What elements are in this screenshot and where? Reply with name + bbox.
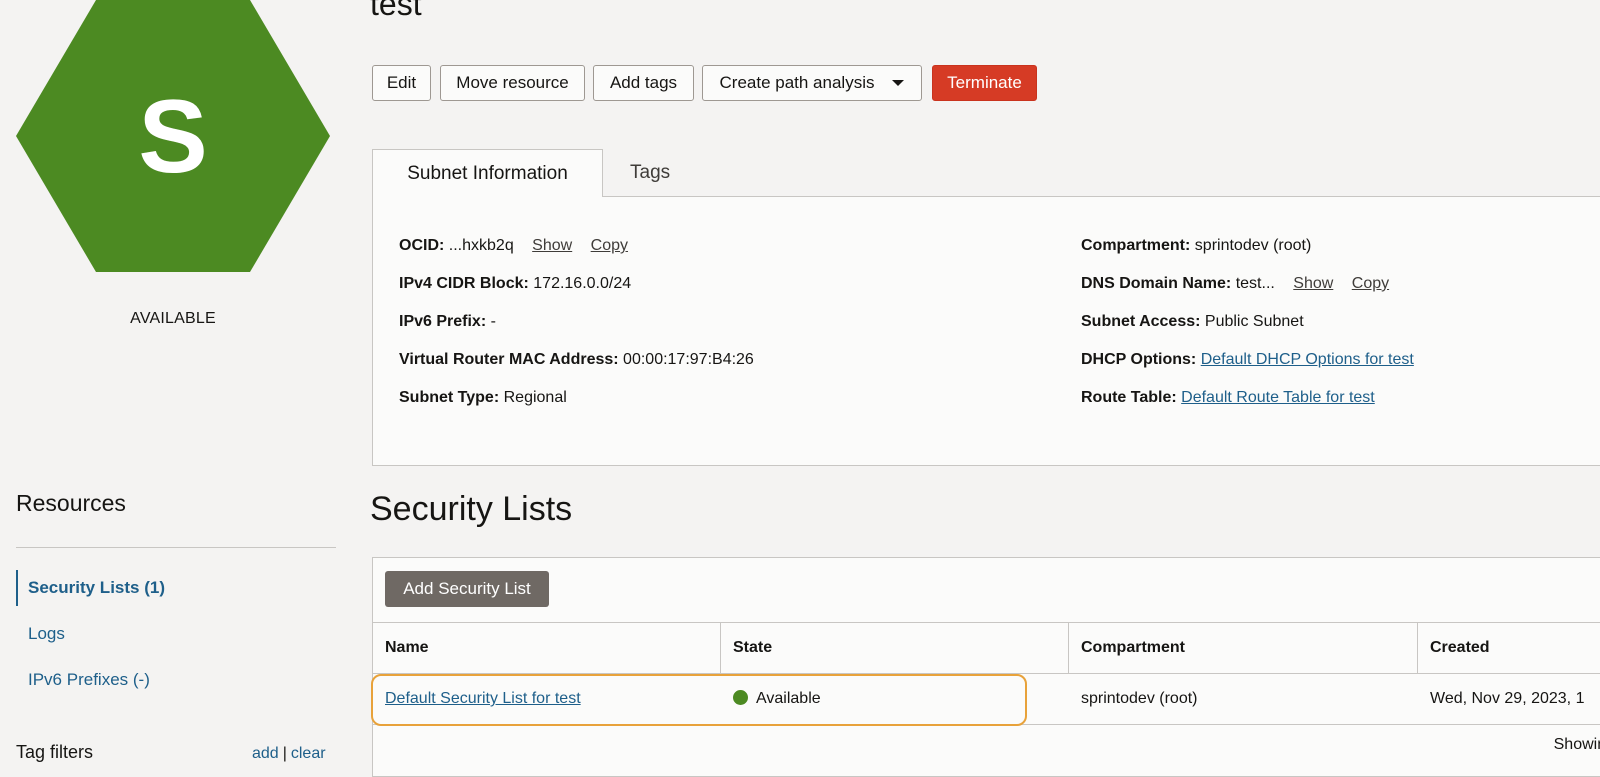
compartment-row: Compartment: sprintodev (root) — [1081, 237, 1311, 255]
subnet-icon-letter: S — [138, 79, 207, 195]
ocid-show-link[interactable]: Show — [532, 237, 572, 254]
subnet-type-value: Regional — [503, 389, 567, 406]
caret-down-icon — [892, 80, 905, 86]
security-lists-table: Add Security List Name State Compartment… — [371, 557, 1600, 777]
dhcp-row: DHCP Options: Default DHCP Options for t… — [1081, 351, 1414, 369]
resources-heading: Resources — [16, 490, 126, 516]
dns-copy-link[interactable]: Copy — [1352, 275, 1389, 292]
row-compartment-cell: sprintodev (root) — [1081, 690, 1198, 707]
dns-label: DNS Domain Name: — [1081, 275, 1232, 292]
ipv4-label: IPv4 CIDR Block: — [399, 275, 529, 292]
ipv4-row: IPv4 CIDR Block: 172.16.0.0/24 — [399, 275, 631, 293]
ipv6-label: IPv6 Prefix: — [399, 313, 487, 330]
resources-item-ipv6-prefixes[interactable]: IPv6 Prefixes (-) — [16, 662, 336, 698]
dhcp-options-link[interactable]: Default DHCP Options for test — [1201, 351, 1414, 368]
compartment-label: Compartment: — [1081, 237, 1191, 254]
add-security-list-button[interactable]: Add Security List — [385, 571, 549, 607]
route-table-link[interactable]: Default Route Table for test — [1181, 389, 1375, 406]
ocid-row: OCID: ...hxkb2q Show Copy — [399, 237, 628, 255]
page-title: test — [370, 0, 422, 22]
table-footer-showing: Showing — [1553, 736, 1600, 753]
dhcp-label: DHCP Options: — [1081, 351, 1197, 368]
ipv6-value: - — [490, 313, 496, 330]
move-resource-button[interactable]: Move resource — [440, 65, 585, 101]
security-list-link[interactable]: Default Security List for test — [385, 690, 581, 707]
dns-show-link[interactable]: Show — [1293, 275, 1333, 292]
add-tags-button[interactable]: Add tags — [593, 65, 694, 101]
subnet-type-label: Subnet Type: — [399, 389, 500, 406]
table-header: Name State Compartment Created — [373, 622, 1600, 674]
resource-state-label: AVAILABLE — [130, 310, 216, 327]
compartment-value: sprintodev (root) — [1194, 237, 1312, 254]
table-row: Default Security List for test Available… — [373, 674, 1600, 725]
mac-value: 00:00:17:97:B4:26 — [623, 351, 754, 368]
terminate-button[interactable]: Terminate — [932, 65, 1037, 101]
dns-row: DNS Domain Name: test... Show Copy — [1081, 275, 1389, 293]
column-header-compartment[interactable]: Compartment — [1069, 623, 1418, 673]
row-state-value: Available — [756, 690, 821, 707]
route-table-row: Route Table: Default Route Table for tes… — [1081, 389, 1375, 407]
ipv6-row: IPv6 Prefix: - — [399, 313, 496, 331]
route-table-label: Route Table: — [1081, 389, 1177, 406]
resources-nav: Security Lists (1) Logs IPv6 Prefixes (-… — [16, 570, 336, 708]
resources-item-logs[interactable]: Logs — [16, 616, 336, 652]
ocid-label: OCID: — [399, 237, 445, 254]
tab-tags[interactable]: Tags — [630, 149, 670, 197]
subnet-access-label: Subnet Access: — [1081, 313, 1201, 330]
tag-filter-actions: add | clear — [252, 745, 326, 763]
subnet-access-row: Subnet Access: Public Subnet — [1081, 313, 1304, 331]
edit-button[interactable]: Edit — [372, 65, 431, 101]
ocid-copy-link[interactable]: Copy — [591, 237, 628, 254]
column-header-created[interactable]: Created — [1418, 623, 1600, 673]
tag-filter-add-link[interactable]: add — [252, 745, 279, 762]
resources-divider — [16, 547, 336, 548]
ocid-value: ...hxkb2q — [448, 237, 514, 254]
ipv4-value: 172.16.0.0/24 — [533, 275, 632, 292]
mac-row: Virtual Router MAC Address: 00:00:17:97:… — [399, 351, 754, 369]
create-path-analysis-button[interactable]: Create path analysis — [702, 65, 922, 101]
resources-item-security-lists[interactable]: Security Lists (1) — [16, 570, 336, 606]
mac-label: Virtual Router MAC Address: — [399, 351, 619, 368]
subnet-access-value: Public Subnet — [1204, 313, 1304, 330]
create-path-analysis-label: Create path analysis — [719, 73, 875, 92]
security-lists-heading: Security Lists — [370, 490, 573, 528]
tab-subnet-information[interactable]: Subnet Information — [372, 149, 603, 197]
tag-filter-clear-link[interactable]: clear — [291, 745, 326, 762]
row-created-cell: Wed, Nov 29, 2023, 1 — [1430, 690, 1585, 707]
status-available-dot-icon — [733, 690, 748, 705]
row-state-cell: Available — [721, 674, 821, 724]
column-header-state[interactable]: State — [721, 623, 1069, 673]
row-name-cell: Default Security List for test — [373, 674, 581, 724]
subnet-hexagon-icon: S — [16, 0, 330, 272]
tag-filter-separator: | — [282, 745, 287, 762]
column-header-name[interactable]: Name — [373, 623, 721, 673]
subnet-info-panel: OCID: ...hxkb2q Show Copy IPv4 CIDR Bloc… — [372, 196, 1600, 466]
dns-value: test... — [1235, 275, 1275, 292]
subnet-type-row: Subnet Type: Regional — [399, 389, 567, 407]
